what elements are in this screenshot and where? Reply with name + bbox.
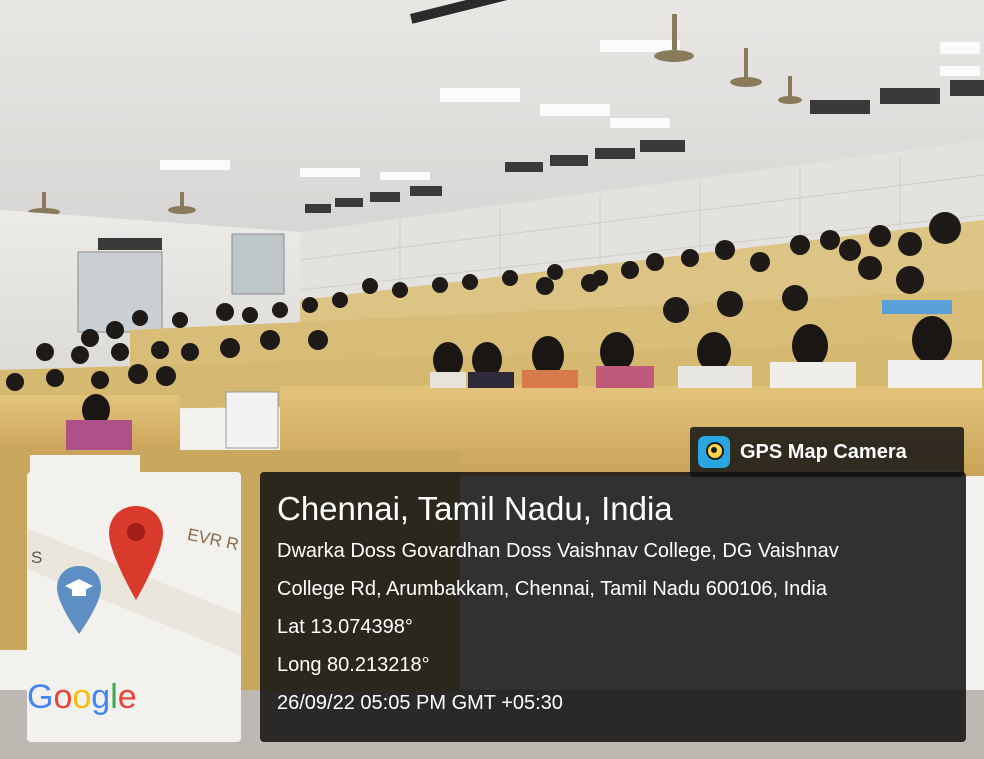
timestamp-readout: 26/09/22 05:05 PM GMT +05:30 — [277, 692, 563, 714]
map-pin-icon — [109, 506, 163, 600]
map-road-label: EVR R — [185, 524, 241, 555]
google-logo-letter: l — [110, 678, 118, 716]
google-logo: Google — [27, 678, 137, 717]
city-line: Chennai, Tamil Nadu, India — [277, 490, 673, 527]
google-logo-letter: e — [117, 678, 137, 716]
graduation-cap-pin-icon — [57, 566, 101, 634]
location-info-panel: Chennai, Tamil Nadu, India Dwarka Doss G… — [260, 472, 966, 742]
gps-map-camera-app-icon — [698, 436, 730, 468]
google-logo-letter: o — [72, 678, 92, 716]
address-line-1: Dwarka Doss Govardhan Doss Vaishnav Coll… — [277, 540, 839, 562]
google-logo-letter: G — [27, 678, 54, 716]
google-logo-letter: o — [53, 678, 73, 716]
google-logo-letter: g — [91, 678, 111, 716]
address-line-2: College Rd, Arumbakkam, Chennai, Tamil N… — [277, 578, 827, 600]
badge-app-name: GPS Map Camera — [740, 440, 907, 463]
gps-map-camera-badge: GPS Map Camera — [690, 427, 964, 477]
map-edge-letter: S — [31, 548, 43, 567]
map-thumbnail[interactable]: EVR R S Google — [27, 472, 241, 742]
longitude-readout: Long 80.213218° — [277, 654, 430, 676]
latitude-readout: Lat 13.074398° — [277, 616, 413, 638]
